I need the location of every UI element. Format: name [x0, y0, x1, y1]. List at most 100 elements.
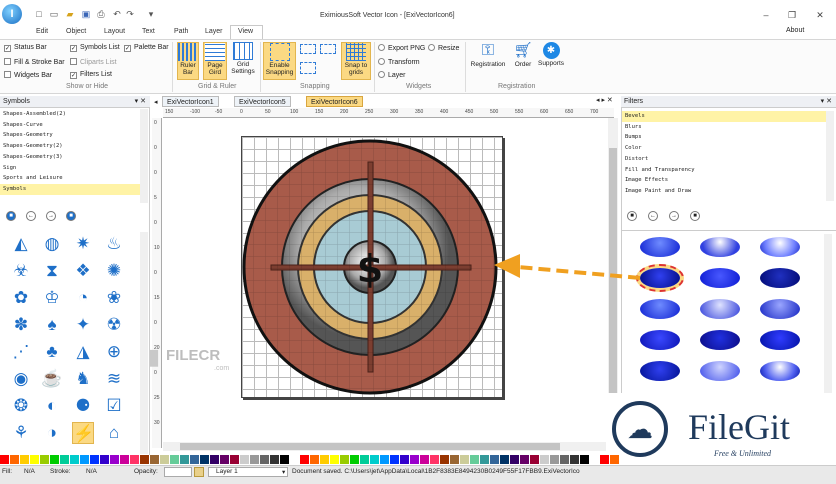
palette-swatch[interactable]	[80, 455, 90, 464]
palette-bar-checkbox[interactable]: ✓ Palette Bar	[124, 44, 169, 52]
list-item[interactable]: Blurs	[622, 122, 826, 133]
filter-preview[interactable]	[640, 237, 680, 257]
symbol-item[interactable]: ⧗	[41, 260, 63, 282]
doc-tab[interactable]: ExiVectorIcon1	[162, 96, 219, 107]
target-icon-drawing[interactable]: $	[241, 136, 503, 398]
minimize-icon[interactable]: –	[757, 8, 775, 22]
home-icon[interactable]: ■	[66, 211, 76, 221]
palette-swatch[interactable]	[520, 455, 530, 464]
registration-button[interactable]: ⚿ Registration	[468, 42, 508, 80]
tabs-menu-icon[interactable]: ◂ ▸ ✕	[596, 96, 613, 104]
symbols-list-checkbox[interactable]: ✓ Symbols List	[70, 44, 120, 52]
about-link[interactable]: About	[786, 27, 804, 34]
panel-pin-close-icon[interactable]: ▾ ✕	[821, 96, 832, 108]
palette-swatch[interactable]	[90, 455, 100, 464]
palette-swatch[interactable]	[190, 455, 200, 464]
palette-swatch[interactable]	[490, 455, 500, 464]
list-item[interactable]: Shapes-Geometry(3)	[0, 152, 140, 163]
palette-swatch[interactable]	[540, 455, 550, 464]
symbol-item[interactable]: ✽	[10, 314, 32, 336]
list-item[interactable]: Color	[622, 143, 826, 154]
back-icon[interactable]: ←	[26, 211, 36, 221]
tab-edit[interactable]: Edit	[36, 28, 48, 35]
list-item[interactable]: Sports and Leisure	[0, 173, 140, 184]
filter-preview[interactable]	[700, 299, 740, 319]
palette-swatch[interactable]	[300, 455, 310, 464]
symbol-item[interactable]: ☕	[41, 368, 63, 390]
symbol-item[interactable]: ♠	[41, 314, 63, 336]
filter-preview[interactable]	[700, 361, 740, 381]
palette-swatch[interactable]	[410, 455, 420, 464]
palette-swatch[interactable]	[270, 455, 280, 464]
tab-view[interactable]: View	[238, 28, 253, 35]
filter-preview[interactable]	[700, 237, 740, 257]
symbol-item[interactable]: ❀	[103, 287, 125, 309]
palette-swatch[interactable]	[30, 455, 40, 464]
palette-swatch[interactable]	[130, 455, 140, 464]
symbol-item[interactable]: ♞	[72, 368, 94, 390]
symbol-item[interactable]: ✺	[103, 260, 125, 282]
palette-swatch[interactable]	[610, 455, 620, 464]
ruler-bar-button[interactable]: Ruler Bar	[177, 42, 199, 80]
fill-stroke-bar-checkbox[interactable]: Fill & Stroke Bar	[4, 58, 65, 66]
symbol-item[interactable]: ⌂	[103, 422, 125, 444]
filter-preview[interactable]	[640, 330, 680, 350]
symbol-item[interactable]: ⚈	[72, 395, 94, 417]
symbol-item[interactable]: ⋰	[10, 341, 32, 363]
filters-scrollbar[interactable]	[824, 234, 832, 394]
palette-swatch[interactable]	[400, 455, 410, 464]
list-item-selected[interactable]: Bevels	[622, 111, 826, 122]
order-button[interactable]: 🛒︎ Order	[511, 42, 535, 80]
symbol-item[interactable]: ❂	[10, 395, 32, 417]
symbol-item[interactable]: ☣	[10, 260, 32, 282]
tab-layer[interactable]: Layer	[205, 28, 223, 35]
list-item[interactable]: Shapes-Assembled(2)	[0, 109, 140, 120]
palette-swatch[interactable]	[480, 455, 490, 464]
home-icon[interactable]: ■	[690, 211, 700, 221]
enable-snapping-button[interactable]: Enable Snapping	[263, 42, 296, 80]
list-item[interactable]: Shapes-Curve	[0, 120, 140, 131]
list-item[interactable]: Distort	[622, 154, 826, 165]
new-doc-icon[interactable]: ▭	[49, 9, 59, 19]
tab-layout[interactable]: Layout	[104, 28, 125, 35]
palette-swatch[interactable]	[590, 455, 600, 464]
palette-swatch[interactable]	[110, 455, 120, 464]
filter-preview[interactable]	[760, 268, 800, 288]
palette-swatch[interactable]	[60, 455, 70, 464]
palette-swatch[interactable]	[460, 455, 470, 464]
app-logo[interactable]: I	[2, 4, 22, 24]
palette-swatch[interactable]	[340, 455, 350, 464]
transform-radio[interactable]: Transform	[378, 58, 420, 66]
canvas-hscroll-thumb[interactable]	[180, 443, 560, 450]
palette-bar[interactable]	[0, 455, 620, 464]
layer-visibility-icon[interactable]	[194, 467, 204, 477]
category-scrollbar[interactable]	[140, 109, 148, 203]
palette-swatch[interactable]	[420, 455, 430, 464]
palette-swatch[interactable]	[200, 455, 210, 464]
snap-to-grids-button[interactable]: Snap to grids	[341, 42, 371, 80]
symbol-item[interactable]: ♔	[41, 287, 63, 309]
symbol-item[interactable]: ✦	[72, 314, 94, 336]
symbol-item[interactable]: ◑	[41, 422, 63, 444]
tab-object[interactable]: Object	[66, 28, 86, 35]
palette-swatch[interactable]	[530, 455, 540, 464]
palette-swatch[interactable]	[330, 455, 340, 464]
filter-preview[interactable]	[640, 299, 680, 319]
palette-swatch[interactable]	[140, 455, 150, 464]
palette-swatch[interactable]	[170, 455, 180, 464]
palette-swatch[interactable]	[600, 455, 610, 464]
new-file-icon[interactable]: □	[34, 9, 44, 19]
filters-category-scrollbar[interactable]	[826, 111, 834, 201]
grid-settings-button[interactable]: Grid Settings	[229, 42, 257, 80]
cliparts-list-checkbox[interactable]: Cliparts List	[70, 58, 117, 66]
back-icon[interactable]: ←	[648, 211, 658, 221]
save-icon[interactable]: ▣	[81, 9, 91, 19]
snap-bbox-icon[interactable]	[300, 44, 316, 54]
symbol-item[interactable]: ◔	[72, 287, 94, 309]
stop-icon[interactable]: ■	[627, 211, 637, 221]
snap-nodes-icon[interactable]	[320, 44, 336, 54]
palette-swatch[interactable]	[220, 455, 230, 464]
symbol-item[interactable]: ◍	[41, 233, 63, 255]
symbol-item[interactable]: ⊕	[103, 341, 125, 363]
panel-pin-close-icon[interactable]: ▾ ✕	[135, 96, 146, 108]
